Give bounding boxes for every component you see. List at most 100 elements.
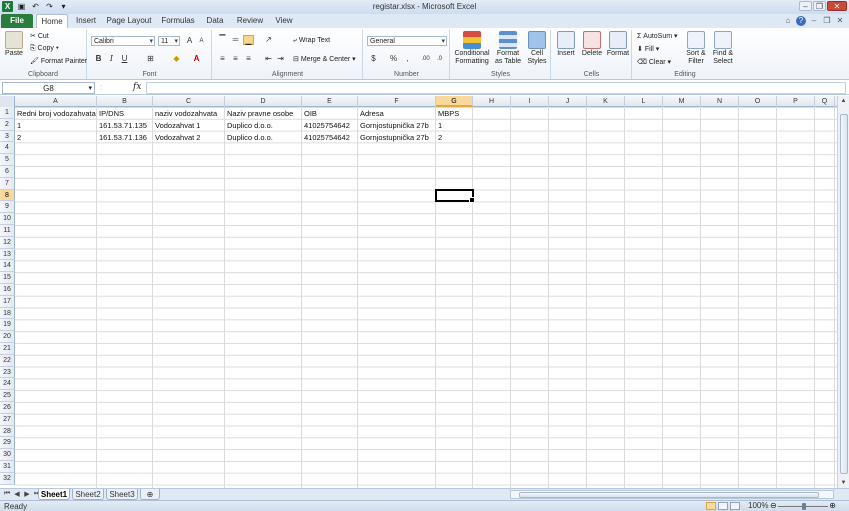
cell-c2[interactable]: Vodozahvat 1 xyxy=(153,120,225,131)
help-icon[interactable]: ? xyxy=(796,16,806,26)
borders-icon[interactable]: ⊞ xyxy=(145,54,156,64)
align-bottom-icon[interactable]: ▁ xyxy=(243,35,254,45)
row-header[interactable]: 31 xyxy=(0,461,15,473)
row-header[interactable]: 26 xyxy=(0,402,15,414)
cell-f1[interactable]: Adresa xyxy=(358,108,436,119)
vertical-scroll-thumb[interactable] xyxy=(840,114,848,474)
cell-a2[interactable]: 1 xyxy=(15,120,97,131)
column-header[interactable]: H xyxy=(473,96,511,107)
cell-g1[interactable]: MBPS xyxy=(436,108,473,119)
increase-decimal-icon[interactable]: .00 xyxy=(420,54,431,64)
row-header[interactable]: 11 xyxy=(0,225,15,237)
zoom-level[interactable]: 100% xyxy=(748,501,768,510)
row-header[interactable]: 6 xyxy=(0,166,15,178)
row-header[interactable]: 13 xyxy=(0,248,15,261)
column-header[interactable]: B xyxy=(97,96,153,107)
page-layout-view-icon[interactable] xyxy=(718,502,728,510)
cell-b1[interactable]: IP/DNS xyxy=(97,108,153,119)
row-header[interactable]: 12 xyxy=(0,236,15,249)
column-header[interactable]: O xyxy=(739,96,777,107)
insert-cells-button[interactable]: Insert xyxy=(554,30,578,58)
autosum-button[interactable]: Σ AutoSum ▾ xyxy=(637,32,678,41)
sort-filter-button[interactable]: Sort & Filter xyxy=(683,30,709,66)
column-header[interactable]: M xyxy=(663,96,701,107)
restore-icon[interactable]: ❐ xyxy=(813,1,826,11)
normal-view-icon[interactable] xyxy=(706,502,716,510)
row-header[interactable]: 2 xyxy=(0,118,15,131)
prev-sheet-icon[interactable]: ◀ xyxy=(13,490,21,498)
doc-close-icon[interactable]: ✕ xyxy=(835,16,845,26)
scroll-down-icon[interactable]: ▼ xyxy=(838,478,849,488)
align-right-icon[interactable]: ≡ xyxy=(243,54,254,64)
merge-center-button[interactable]: ⊟ Merge & Center ▾ xyxy=(293,55,356,64)
row-header[interactable]: 8 xyxy=(0,189,15,202)
cell-g2[interactable]: 1 xyxy=(436,120,473,131)
accounting-format-icon[interactable]: $ xyxy=(368,54,379,64)
row-header[interactable]: 23 xyxy=(0,366,15,379)
percent-button[interactable]: % xyxy=(388,54,399,64)
horizontal-scroll-thumb[interactable] xyxy=(519,492,819,498)
row-header[interactable]: 15 xyxy=(0,272,15,284)
scroll-up-icon[interactable]: ▲ xyxy=(838,96,849,106)
sheet-tab-sheet3[interactable]: Sheet3 xyxy=(106,489,138,500)
tab-insert[interactable]: Insert xyxy=(72,14,100,28)
name-box[interactable]: G8 xyxy=(2,82,95,94)
column-header[interactable]: G xyxy=(436,96,473,107)
cell-g3[interactable]: 2 xyxy=(436,132,473,143)
copy-button[interactable]: ⎘ Copy ▾ xyxy=(30,44,59,53)
format-as-table-button[interactable]: Format as Table xyxy=(493,30,523,66)
cell-grid[interactable]: Redni broj vodozahvata IP/DNS naziv vodoza… xyxy=(15,107,837,488)
cell-f2[interactable]: Gornjostupnička 27b xyxy=(358,120,436,131)
cell-styles-button[interactable]: Cell Styles xyxy=(525,30,549,66)
tab-view[interactable]: View xyxy=(272,14,296,28)
bold-button[interactable]: B xyxy=(93,54,104,64)
row-header[interactable]: 7 xyxy=(0,177,15,190)
row-header[interactable]: 1 xyxy=(0,107,15,119)
cut-button[interactable]: ✂ Cut xyxy=(30,32,49,41)
horizontal-scrollbar[interactable] xyxy=(510,490,834,499)
orientation-icon[interactable]: ↗ xyxy=(263,35,274,45)
comma-button[interactable]: , xyxy=(402,54,413,64)
row-header[interactable]: 22 xyxy=(0,354,15,367)
cell-c3[interactable]: Vodozahvat 2 xyxy=(153,132,225,143)
tab-file[interactable]: File xyxy=(1,14,33,28)
doc-restore-icon[interactable]: ❐ xyxy=(822,16,832,26)
column-header[interactable]: I xyxy=(511,96,549,107)
cell-e2[interactable]: 41025754642 xyxy=(302,120,358,131)
column-header[interactable]: K xyxy=(587,96,625,107)
underline-button[interactable]: U xyxy=(119,54,130,64)
row-header[interactable]: 9 xyxy=(0,201,15,214)
cell-d3[interactable]: Duplico d.o.o. xyxy=(225,132,302,143)
doc-minimize-icon[interactable]: – xyxy=(809,16,819,26)
row-header[interactable]: 20 xyxy=(0,331,15,343)
row-header[interactable]: 25 xyxy=(0,390,15,402)
tab-formulas[interactable]: Formulas xyxy=(160,14,196,28)
sheet-tab-sheet2[interactable]: Sheet2 xyxy=(72,489,104,500)
zoom-knob[interactable] xyxy=(802,503,806,510)
close-icon[interactable]: ✕ xyxy=(827,1,847,11)
column-header[interactable]: Q xyxy=(815,96,835,107)
cell-a3[interactable]: 2 xyxy=(15,132,97,143)
cell-b2[interactable]: 161.53.71.135 xyxy=(97,120,153,131)
row-header[interactable]: 16 xyxy=(0,284,15,296)
tab-review[interactable]: Review xyxy=(235,14,265,28)
cell-e3[interactable]: 41025754642 xyxy=(302,132,358,143)
next-sheet-icon[interactable]: ▶ xyxy=(23,490,31,498)
column-header[interactable]: E xyxy=(302,96,358,107)
minimize-ribbon-icon[interactable]: ⌂ xyxy=(783,16,793,26)
decrease-decimal-icon[interactable]: .0 xyxy=(434,54,445,64)
row-header[interactable]: 28 xyxy=(0,425,15,438)
tab-page-layout[interactable]: Page Layout xyxy=(106,14,152,28)
cell-f3[interactable]: Gornjostupnička 27b xyxy=(358,132,436,143)
vertical-scrollbar[interactable]: ▲ ▼ xyxy=(837,96,849,488)
font-name-select[interactable]: Calibri xyxy=(91,36,155,46)
tab-home[interactable]: Home xyxy=(36,14,68,28)
row-header[interactable]: 3 xyxy=(0,130,15,143)
column-header[interactable]: F xyxy=(358,96,436,107)
insert-sheet-icon[interactable]: ⊕ xyxy=(140,489,160,500)
clear-button[interactable]: ⌫ Clear ▾ xyxy=(637,58,671,67)
row-header[interactable]: 17 xyxy=(0,295,15,308)
wrap-text-button[interactable]: ⤶ Wrap Text xyxy=(293,36,330,45)
column-header[interactable]: D xyxy=(225,96,302,107)
shrink-font-button[interactable]: A xyxy=(196,36,207,46)
